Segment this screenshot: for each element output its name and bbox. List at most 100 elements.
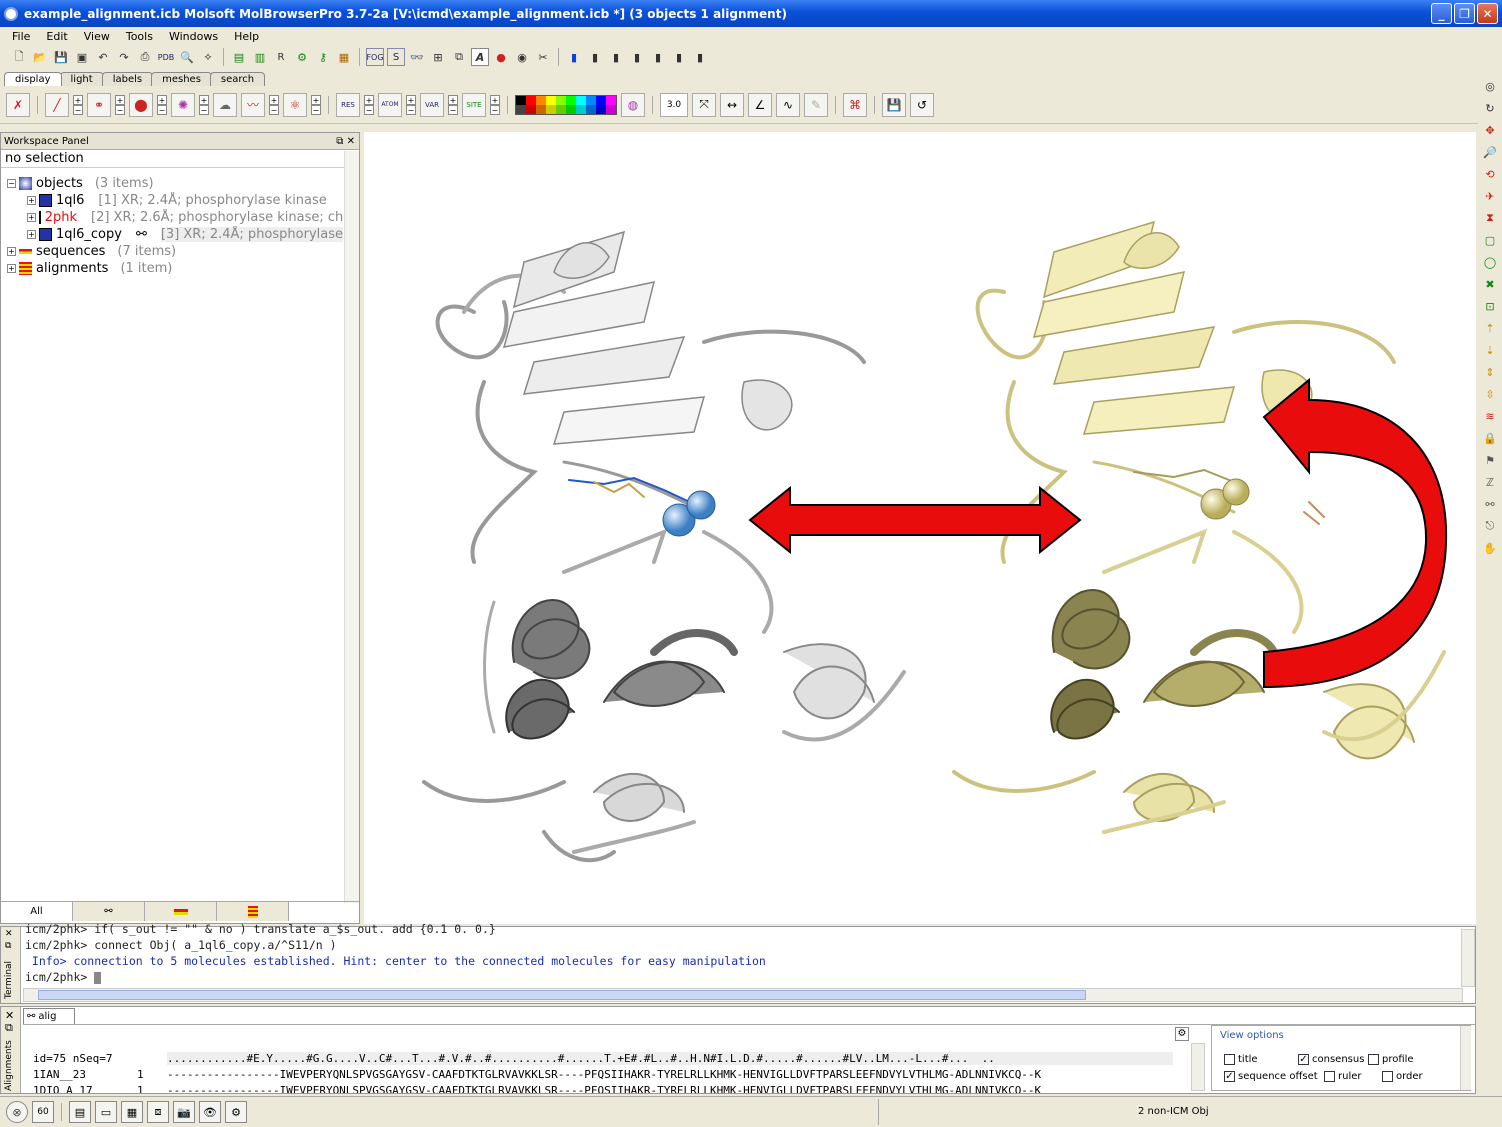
panel-layout-icon[interactable]: ▤ [69,1101,91,1123]
view-options-scrollbar[interactable] [1460,1026,1471,1090]
line-width-spinner[interactable]: 3.0 [660,92,688,117]
tab-light[interactable]: light [59,72,104,86]
open-folder-icon[interactable]: 📂 [31,48,49,66]
expand-icon[interactable]: + [7,247,16,256]
stick-icon[interactable]: ⚭ [87,92,111,117]
link-icon[interactable]: ⟡ [199,48,217,66]
select-sphere-icon[interactable]: ◯ [1481,253,1499,271]
surface-icon[interactable]: ☁ [213,92,237,117]
align-3-icon[interactable]: ▮ [607,48,625,66]
minimize-button[interactable]: _ [1431,3,1452,24]
xstick-plus[interactable]: + [199,94,209,105]
move-down-icon[interactable]: ⇣ [1481,341,1499,359]
res-minus[interactable]: − [364,104,374,115]
ball-minus[interactable]: − [311,104,321,115]
label-site-button[interactable]: SITE [462,92,486,117]
wire-minus[interactable]: − [73,104,83,115]
distance-icon[interactable]: ⤧ [692,92,716,117]
align-top-icon[interactable]: ▮ [565,48,583,66]
rotate-r-icon[interactable]: R [272,48,290,66]
expand-icon[interactable]: + [27,213,36,222]
workspace-close-icon[interactable]: ✕ [347,136,355,147]
menu-windows[interactable]: Windows [161,30,226,43]
alignment-float-icon[interactable]: ⧉ [5,1021,13,1035]
maximize-button[interactable]: ❐ [1454,3,1475,24]
close-button[interactable]: ✕ [1477,3,1498,24]
terminal-panel[interactable]: ✕ ⧉ Terminal icm/2phk> if( s_out != "" &… [0,922,1476,1004]
menu-help[interactable]: Help [226,30,267,43]
flag-icon[interactable]: ⚑ [1481,451,1499,469]
angle-icon[interactable]: ∠ [748,92,772,117]
select-x-icon[interactable]: ✖ [1481,275,1499,293]
option-title[interactable]: title [1224,1054,1258,1065]
restore-view-icon[interactable]: ↺ [910,92,934,117]
tab-labels[interactable]: labels [101,72,154,86]
collapse-icon[interactable]: − [7,179,16,188]
menu-file[interactable]: File [4,30,38,43]
select-icon[interactable]: ▤ [230,48,248,66]
layout-grid-icon[interactable]: ⊞ [429,48,447,66]
palette-swatch[interactable] [586,95,596,105]
spin-icon[interactable]: ⟲ [1481,165,1499,183]
alignment-tab[interactable]: ⚯ alig [23,1008,75,1024]
ribbon-icon[interactable]: 〰 [241,92,265,117]
color-palette[interactable] [515,94,617,115]
antialias-button[interactable]: A [471,48,489,66]
save-icon[interactable]: 💾 [52,48,70,66]
pdb-search-icon[interactable]: PDB [157,48,175,66]
table-icon[interactable]: ▦ [121,1101,143,1123]
eye-icon[interactable]: 👁 [199,1101,221,1123]
var-minus[interactable]: − [448,104,458,115]
tab-search[interactable]: search [209,72,266,86]
site-minus[interactable]: − [490,104,500,115]
palette-swatch[interactable] [566,104,576,114]
palette-swatch[interactable] [546,104,556,114]
move-split-icon[interactable]: ⇳ [1481,385,1499,403]
molecule-icon[interactable]: ⚙ [293,48,311,66]
label-res-button[interactable]: RES [336,92,360,117]
stop-icon[interactable]: ⊗ [6,1101,28,1123]
tree-row-objects[interactable]: − objects (3 items) [7,175,154,192]
terminal-close-icon[interactable]: ✕ [5,929,13,939]
color-wheel-icon[interactable]: ◍ [621,92,645,117]
rotate-icon[interactable]: ↻ [1481,99,1499,117]
palette-swatch[interactable] [586,104,596,114]
undisplay-icon[interactable]: ✗ [6,92,30,117]
select-neighbors-icon[interactable]: ▥ [251,48,269,66]
tree-row-2phk[interactable]: + 2phk [2] XR; 2.6Å; phosphorylase kinas… [27,209,343,226]
ribbon-minus[interactable]: − [269,104,279,115]
option-order[interactable]: order [1382,1071,1423,1082]
menu-view[interactable]: View [76,30,118,43]
tools-icon[interactable]: ✂ [534,48,552,66]
window-icon[interactable]: ▭ [95,1101,117,1123]
float-icon[interactable]: ⧉ [336,136,343,147]
palette-swatch[interactable] [566,95,576,105]
stick-minus[interactable]: − [115,104,125,115]
save-as-icon[interactable]: ▣ [73,48,91,66]
sequence-name[interactable]: 1DIO_A_17 [33,1084,93,1093]
clear-measure-icon[interactable]: ✎ [804,92,828,117]
escape-icon[interactable]: ⎋ [1481,517,1499,535]
select-as-icon[interactable]: ⊡ [1481,297,1499,315]
clip-icon[interactable]: ✈ [1481,187,1499,205]
palette-swatch[interactable] [606,95,616,105]
wire-icon[interactable]: ╱ [45,92,69,117]
tree-row-alignments[interactable]: + alignments (1 item) [7,260,172,277]
expand-icon[interactable]: + [27,196,36,205]
hand-icon[interactable]: ✋ [1481,539,1499,557]
torsion-icon[interactable]: ∿ [776,92,800,117]
palette-swatch[interactable] [526,95,536,105]
new-file-icon[interactable]: 🗋 [10,48,28,66]
translate-icon[interactable]: ✥ [1481,121,1499,139]
snapshot-icon[interactable]: ⧈ [147,1101,169,1123]
find-icon[interactable]: 🔍 [178,48,196,66]
palette-swatch[interactable] [536,95,546,105]
label-var-button[interactable]: VAR [420,92,444,117]
fog-button[interactable]: FOG [366,48,384,66]
terminal-float-icon[interactable]: ⧉ [5,941,11,951]
align-mid-icon[interactable]: ▮ [586,48,604,66]
align-7-icon[interactable]: ▮ [691,48,709,66]
stick-plus[interactable]: + [115,94,125,105]
palette-swatch[interactable] [526,104,536,114]
xstick-minus[interactable]: − [199,104,209,115]
